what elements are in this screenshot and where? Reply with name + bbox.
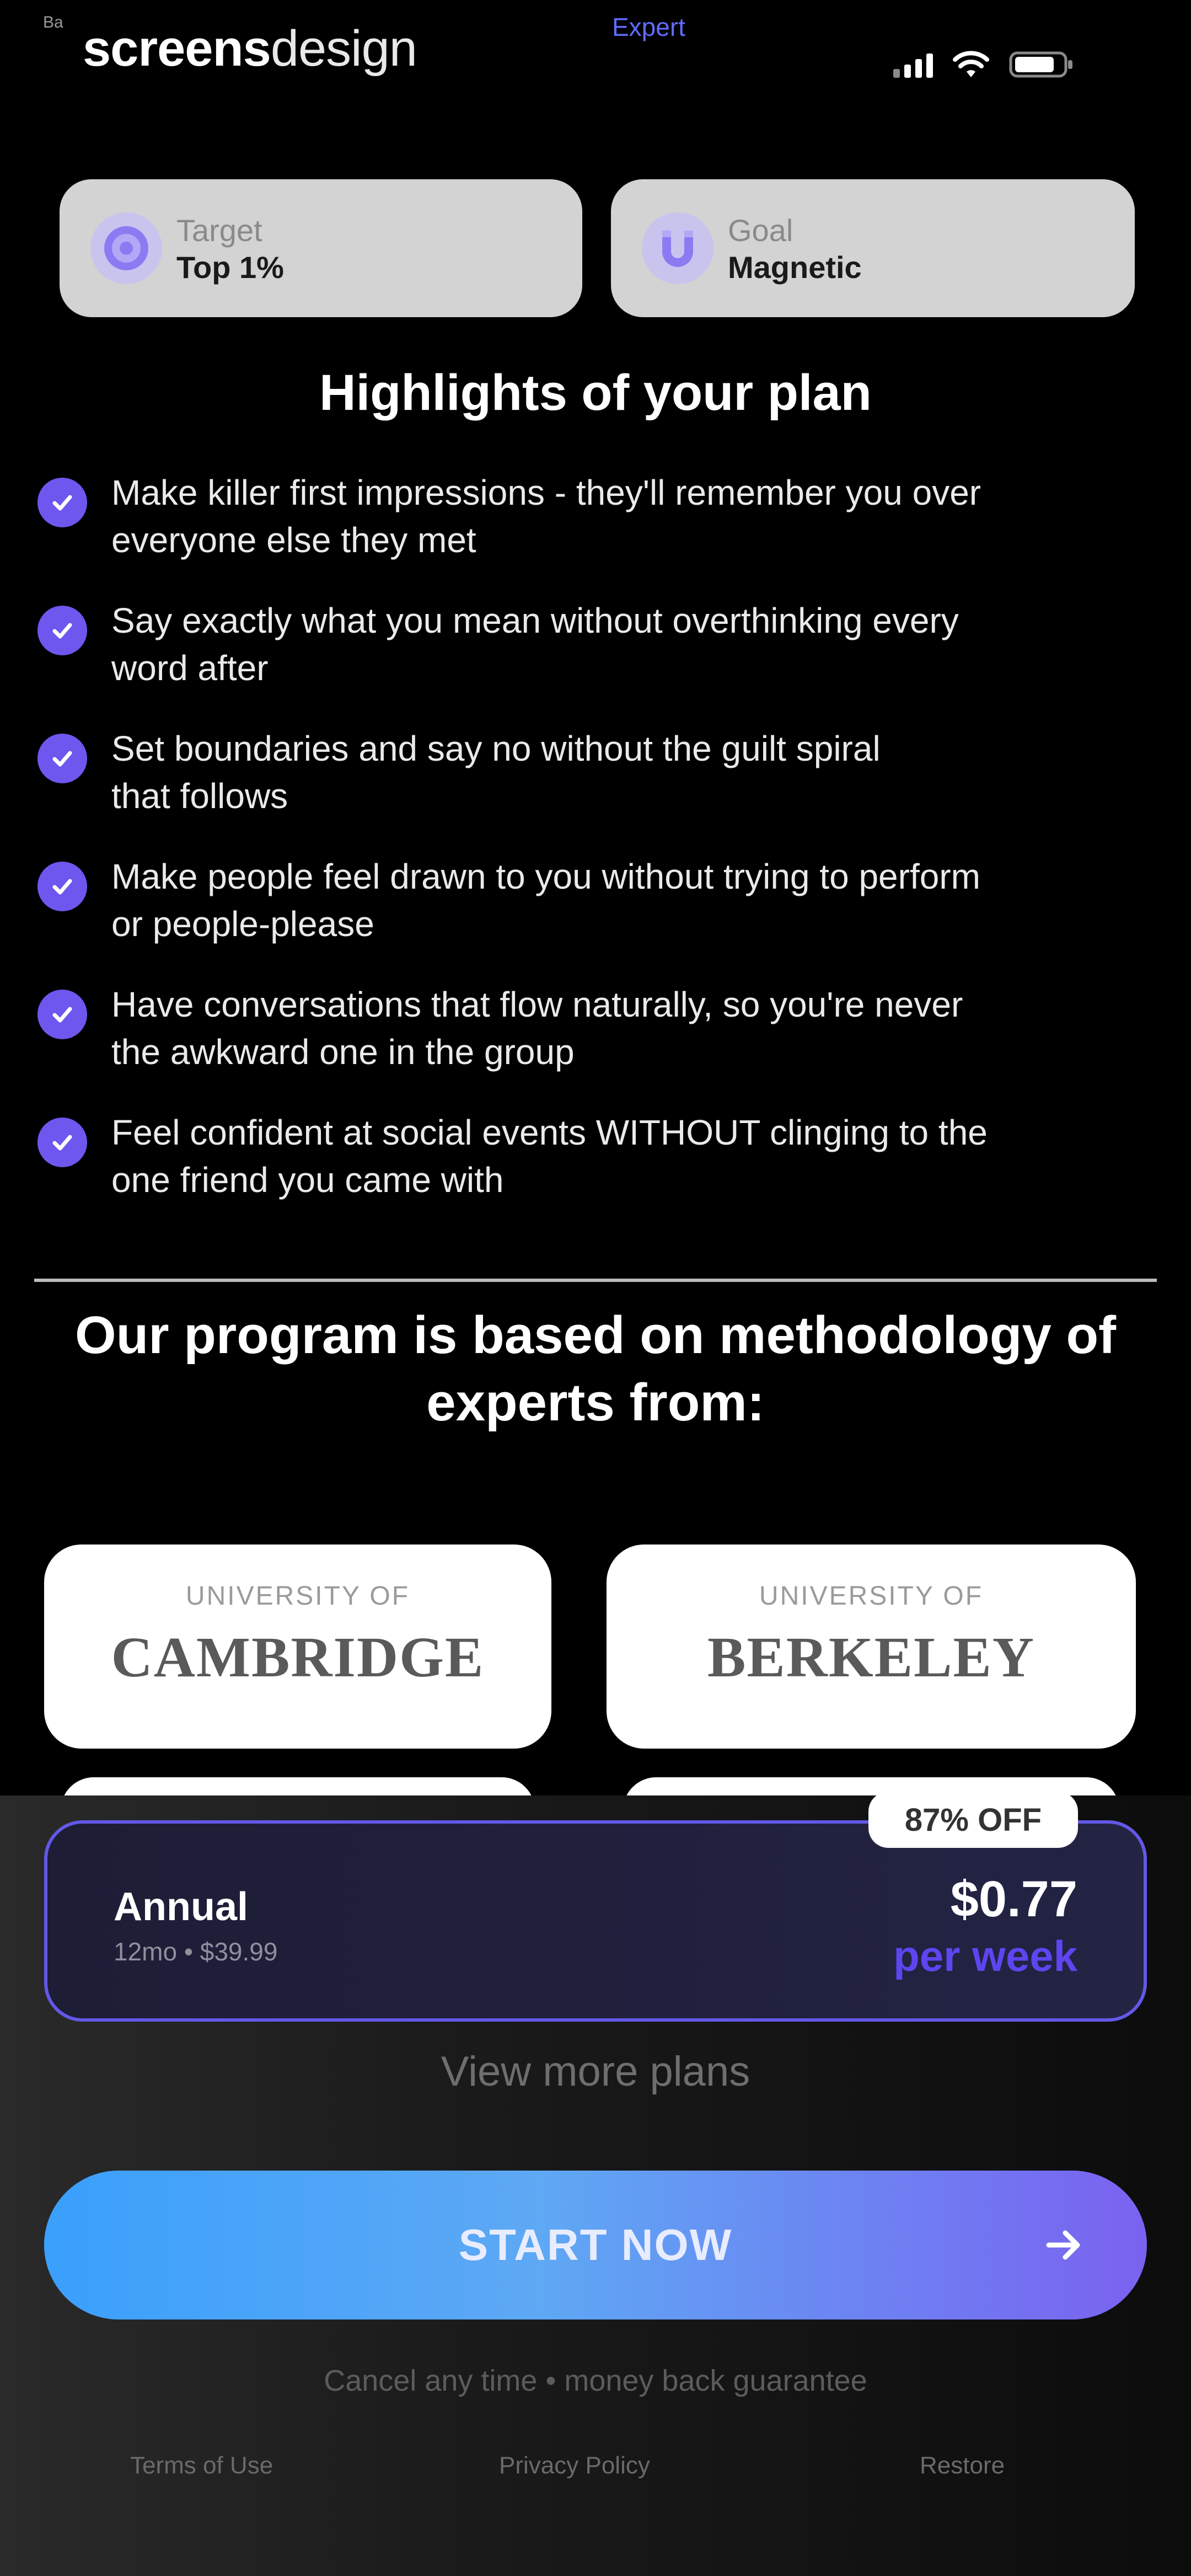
plan-period: per week [893,1932,1077,1980]
magnet-icon [642,212,713,284]
plan-name: Annual [114,1885,248,1929]
goal-card: Goal Magnetic [611,179,1135,317]
wifi-icon [953,51,989,77]
check-icon [37,606,87,655]
highlight-text: Make people feel drawn to you without tr… [111,857,980,944]
status-center-label: Expert [612,13,685,41]
target-card: Target Top 1% [60,179,582,317]
view-more-plans-link[interactable]: View more plans [0,2048,1191,2096]
cellular-signal-icon [893,51,933,78]
university-card-cambridge: UNIVERSITY OF CAMBRIDGE [44,1544,551,1749]
highlights-list: Make killer first impressions - they'll … [37,469,1140,1237]
goal-value: Magnetic [728,250,862,285]
brand-watermark: screensdesign [83,20,417,78]
brand-light: design [270,20,417,77]
highlight-text: Set boundaries and say no without the gu… [111,729,881,816]
check-icon [37,734,87,783]
start-now-label: START NOW [458,2220,733,2269]
target-label: Target [176,213,262,248]
highlight-item: Make killer first impressions - they'll … [37,469,1140,597]
annual-plan-option[interactable]: Annual 12mo • $39.99 $0.77 per week [44,1820,1147,2022]
goal-label: Goal [728,213,793,248]
highlight-item: Set boundaries and say no without the gu… [37,725,1140,853]
highlights-title: Highlights of your plan [319,365,872,421]
highlight-text: Make killer first impressions - they'll … [111,473,981,560]
check-icon [37,478,87,527]
brand-bold: screens [83,20,271,77]
status-tiny-label: Ba [43,13,63,31]
section-divider [34,1279,1157,1282]
terms-link[interactable]: Terms of Use [130,2452,273,2479]
highlight-item: Say exactly what you mean without overth… [37,597,1140,725]
university-name: CAMBRIDGE [111,1626,485,1689]
cancel-note: Cancel any time • money back guarantee [324,2364,867,2397]
program-heading: Our program is based on methodology of ex… [74,1306,1117,1432]
arrow-right-icon [1046,2230,1080,2260]
battery-icon [1009,51,1072,78]
university-name: BERKELEY [707,1626,1035,1689]
status-icons [893,50,1075,79]
highlight-item: Feel confident at social events WITHOUT … [37,1109,1140,1237]
restore-link[interactable]: Restore [920,2452,1005,2479]
university-prefix: UNIVERSITY OF [759,1581,984,1611]
highlight-text: Say exactly what you mean without overth… [111,601,959,688]
discount-badge: 87% OFF [868,1792,1078,1848]
start-now-button[interactable]: START NOW [44,2171,1147,2320]
status-bar: Ba screensdesign Expert [0,0,1191,121]
university-card-berkeley: UNIVERSITY OF BERKELEY [607,1544,1136,1749]
check-icon [37,1118,87,1167]
highlight-item: Make people feel drawn to you without tr… [37,853,1140,981]
check-icon [37,990,87,1039]
university-prefix: UNIVERSITY OF [185,1581,410,1611]
target-value: Top 1% [176,250,284,285]
highlight-item: Have conversations that flow naturally, … [37,981,1140,1109]
privacy-link[interactable]: Privacy Policy [499,2452,650,2479]
target-icon [90,212,162,284]
highlight-text: Have conversations that flow naturally, … [111,985,963,1072]
highlight-text: Feel confident at social events WITHOUT … [111,1113,988,1200]
plan-price: $0.77 [950,1871,1077,1927]
check-icon [37,862,87,911]
plan-subtitle: 12mo • $39.99 [114,1937,278,1966]
